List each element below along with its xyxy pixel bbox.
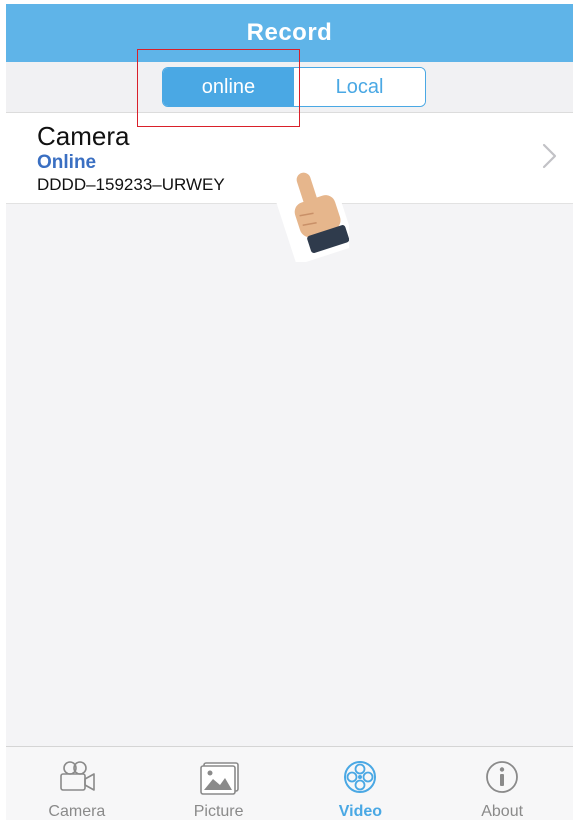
tab-about-label: About: [481, 803, 524, 820]
tab-camera-label: Camera: [48, 803, 106, 820]
segment-online-button[interactable]: online: [163, 68, 294, 106]
app-screen: Record online Local Camera Online DDDD–1…: [6, 4, 573, 820]
tab-about[interactable]: About: [431, 747, 573, 820]
header-bar: Record: [6, 4, 573, 62]
tab-video[interactable]: Video: [290, 747, 432, 820]
picture-icon: [199, 762, 239, 795]
tab-bar: Camera Picture Video About: [6, 746, 573, 820]
segmented-control: online Local: [162, 67, 426, 107]
tab-video-label: Video: [338, 803, 383, 820]
pointing-hand-icon: [273, 162, 349, 262]
page-title: Record: [246, 19, 333, 46]
chevron-right-icon: [542, 143, 557, 169]
segment-bar: online Local: [6, 62, 573, 113]
tab-picture[interactable]: Picture: [148, 747, 290, 820]
device-id: DDDD–159233–URWEY: [37, 175, 225, 194]
tab-camera[interactable]: Camera: [6, 747, 148, 820]
device-name: Camera: [37, 121, 130, 151]
segment-local-button[interactable]: Local: [294, 68, 425, 106]
info-icon: [486, 761, 519, 793]
tab-picture-label: Picture: [193, 803, 244, 820]
camera-icon: [60, 761, 95, 791]
device-status: Online: [37, 152, 97, 173]
video-icon: [344, 761, 377, 793]
